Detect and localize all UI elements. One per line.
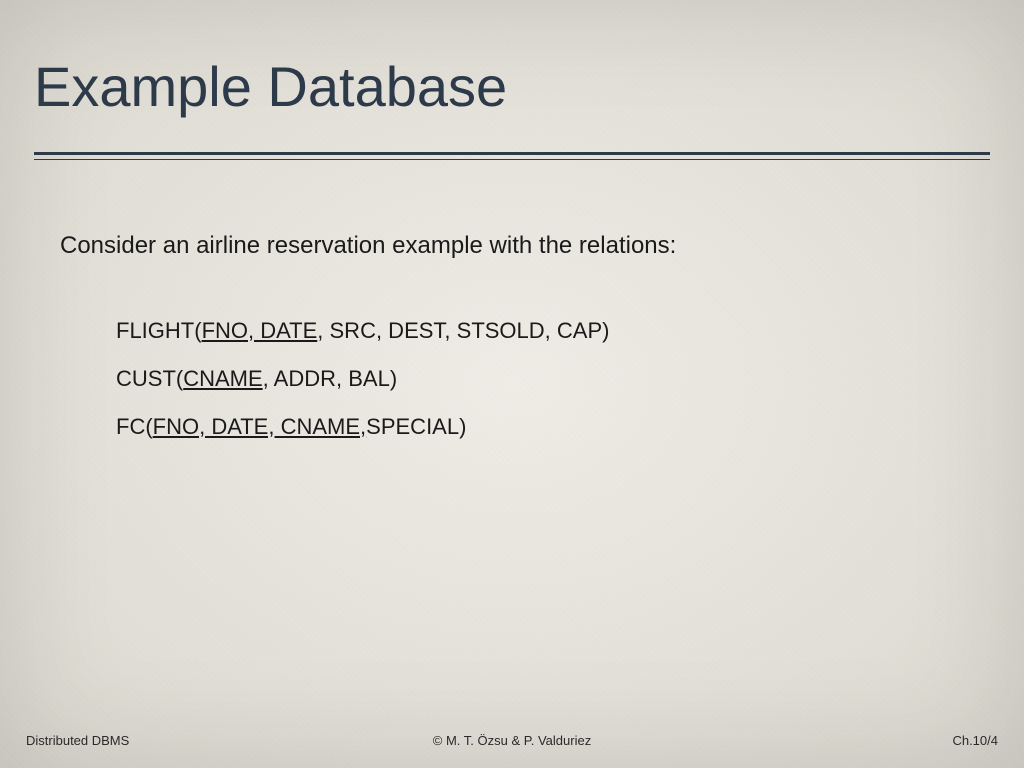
footer-right: Ch.10/4 — [952, 733, 998, 748]
slide-content: Consider an airline reservation example … — [34, 160, 990, 440]
relation-flight: FLIGHT(FNO, DATE, SRC, DEST, STSOLD, CAP… — [116, 318, 964, 344]
footer-left: Distributed DBMS — [26, 733, 129, 748]
slide-footer: Distributed DBMS © M. T. Özsu & P. Valdu… — [0, 733, 1024, 748]
relation-fc-key: FNO, DATE, CNAME, — [153, 414, 367, 439]
footer-center: © M. T. Özsu & P. Valduriez — [433, 733, 591, 748]
relation-cust: CUST(CNAME, ADDR, BAL) — [116, 366, 964, 392]
intro-text: Consider an airline reservation example … — [60, 232, 964, 260]
relation-flight-rest: , SRC, DEST, STSOLD, CAP) — [317, 318, 609, 343]
relation-fc: FC(FNO, DATE, CNAME,SPECIAL) — [116, 414, 964, 440]
title-rule-thick — [34, 152, 990, 155]
relation-cust-name: CUST — [116, 366, 176, 391]
relation-cust-rest: , ADDR, BAL) — [263, 366, 397, 391]
relation-flight-key: FNO, DATE — [202, 318, 318, 343]
relations-block: FLIGHT(FNO, DATE, SRC, DEST, STSOLD, CAP… — [60, 318, 964, 440]
relation-fc-rest: SPECIAL) — [366, 414, 466, 439]
relation-flight-name: FLIGHT — [116, 318, 194, 343]
relation-cust-key: CNAME — [183, 366, 262, 391]
relation-fc-name: FC — [116, 414, 145, 439]
slide: Example Database Consider an airline res… — [0, 0, 1024, 768]
slide-title: Example Database — [34, 56, 990, 118]
